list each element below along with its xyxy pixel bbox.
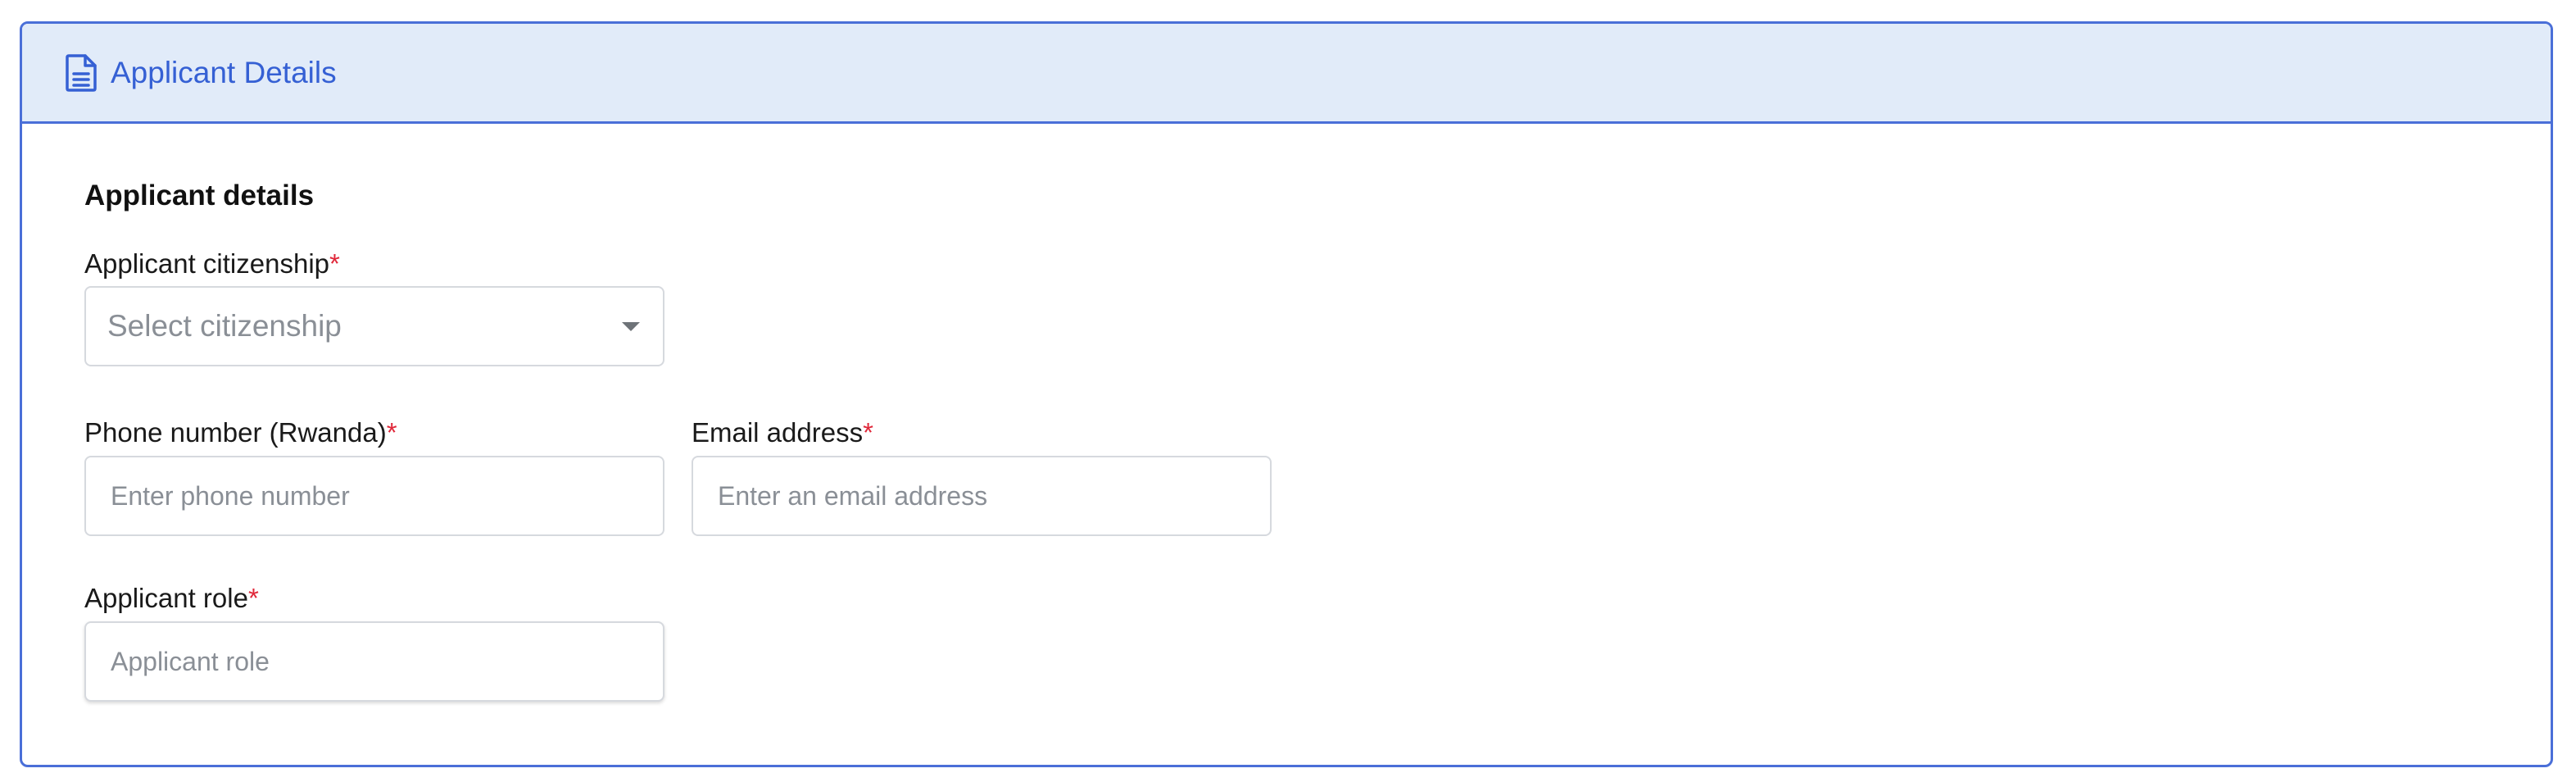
role-input[interactable]: Applicant role <box>84 621 664 702</box>
required-marker: * <box>329 248 340 279</box>
caret-down-icon <box>622 322 640 331</box>
email-input-placeholder: Enter an email address <box>718 480 988 511</box>
section-title: Applicant details <box>84 180 315 211</box>
citizenship-label-text: Applicant citizenship <box>84 248 329 279</box>
email-input[interactable]: Enter an email address <box>692 456 1272 536</box>
role-label: Applicant role* <box>84 583 259 614</box>
email-label: Email address* <box>692 417 873 448</box>
citizenship-label: Applicant citizenship* <box>84 248 340 280</box>
required-marker: * <box>863 417 873 448</box>
required-marker: * <box>386 417 397 448</box>
card-header-title: Applicant Details <box>111 55 337 89</box>
role-label-text: Applicant role <box>84 583 248 613</box>
card-header: Applicant Details <box>22 24 2551 124</box>
applicant-details-card: Applicant Details Applicant details Appl… <box>20 21 2553 767</box>
email-label-text: Email address <box>692 417 864 448</box>
phone-label-text: Phone number (Rwanda) <box>84 417 387 448</box>
document-icon <box>65 53 98 92</box>
role-input-placeholder: Applicant role <box>111 646 270 676</box>
phone-input-placeholder: Enter phone number <box>111 480 350 511</box>
citizenship-select-placeholder: Select citizenship <box>107 309 342 343</box>
required-marker: * <box>247 583 259 613</box>
phone-input[interactable]: Enter phone number <box>84 456 664 536</box>
citizenship-select[interactable]: Select citizenship <box>84 286 664 366</box>
phone-label: Phone number (Rwanda)* <box>84 417 397 448</box>
